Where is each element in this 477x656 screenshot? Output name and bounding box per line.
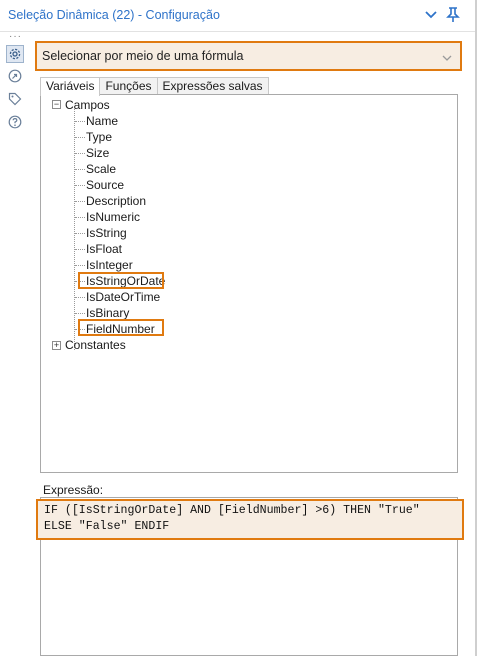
- pin-icon[interactable]: [443, 4, 463, 26]
- tree-field-description[interactable]: Description: [86, 194, 146, 208]
- tree-field-source[interactable]: Source: [86, 178, 124, 192]
- tree-branch-line: [75, 313, 85, 314]
- panel-header: Seleção Dinâmica (22) - Configuração: [0, 0, 477, 32]
- tree-branch-line: [75, 169, 85, 170]
- expression-line-1: IF ([IsStringOrDate] AND [FieldNumber] >…: [44, 504, 420, 517]
- tab-variables[interactable]: Variáveis: [40, 77, 101, 96]
- expression-label: Expressão:: [43, 483, 104, 497]
- mode-select[interactable]: Selecionar por meio de uma fórmula: [35, 41, 462, 71]
- panel-title: Seleção Dinâmica (22) - Configuração: [8, 8, 220, 22]
- mode-select-value: Selecionar por meio de uma fórmula: [42, 49, 244, 63]
- highlight-isstringordate: [78, 272, 164, 289]
- chevron-down-icon: [442, 51, 452, 65]
- tree-field-scale[interactable]: Scale: [86, 162, 116, 176]
- tree-node-fields[interactable]: Campos: [65, 98, 110, 112]
- tree-field-isbinary[interactable]: IsBinary: [86, 306, 129, 320]
- tree-branch-line: [75, 185, 85, 186]
- tree-branch-line: [75, 153, 85, 154]
- expression-text[interactable]: IF ([IsStringOrDate] AND [FieldNumber] >…: [44, 503, 420, 535]
- tree-field-isstring[interactable]: IsString: [86, 226, 127, 240]
- tree-branch-line: [75, 121, 85, 122]
- tag-icon[interactable]: [6, 90, 24, 108]
- tree-branch-line: [75, 217, 85, 218]
- tree-field-isfloat[interactable]: IsFloat: [86, 242, 122, 256]
- help-icon[interactable]: [6, 113, 24, 131]
- tree-field-size[interactable]: Size: [86, 146, 109, 160]
- gear-icon[interactable]: [6, 45, 24, 63]
- tree-branch-line: [75, 201, 85, 202]
- compass-icon[interactable]: [6, 67, 24, 85]
- tree-branch-line: [75, 297, 85, 298]
- chevron-down-icon[interactable]: [421, 4, 441, 26]
- tree-branch-line: [75, 249, 85, 250]
- tree-branch-line: [75, 137, 85, 138]
- highlight-fieldnumber: [78, 319, 164, 336]
- expand-icon[interactable]: +: [52, 341, 61, 350]
- expression-line-2: ELSE "False" ENDIF: [44, 520, 170, 533]
- tree-field-isinteger[interactable]: IsInteger: [86, 258, 133, 272]
- tree-field-type[interactable]: Type: [86, 130, 112, 144]
- tree-branch-line: [75, 265, 85, 266]
- tree-field-isnumeric[interactable]: IsNumeric: [86, 210, 140, 224]
- collapse-icon[interactable]: −: [52, 100, 61, 109]
- more-dots[interactable]: ···: [9, 31, 22, 42]
- tree-node-constants[interactable]: Constantes: [65, 338, 126, 352]
- tab-bar: Variáveis Funções Expressões salvas: [40, 77, 269, 96]
- tree-field-isdateortime[interactable]: IsDateOrTime: [86, 290, 160, 304]
- tab-saved-expressions[interactable]: Expressões salvas: [156, 77, 269, 95]
- tree-field-name[interactable]: Name: [86, 114, 118, 128]
- tree-branch-line: [75, 233, 85, 234]
- tab-functions[interactable]: Funções: [99, 77, 158, 95]
